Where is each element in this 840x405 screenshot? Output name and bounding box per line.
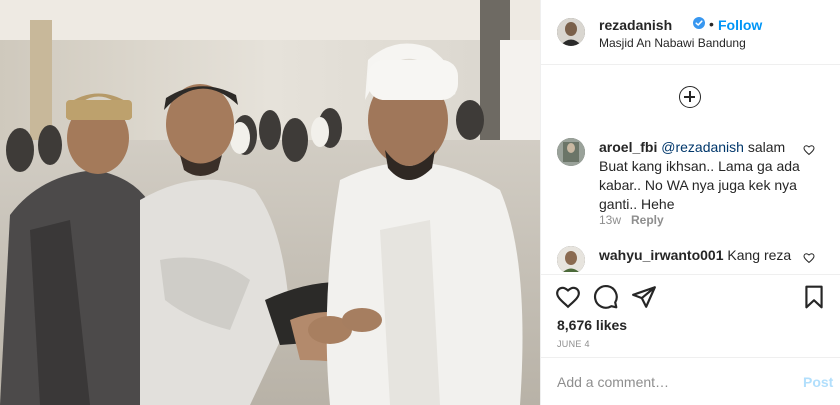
like-heart-icon[interactable] bbox=[555, 284, 581, 310]
comment-item: aroel_fbi @rezadanish salam Buat kang ik… bbox=[541, 138, 840, 233]
author-avatar[interactable] bbox=[557, 18, 585, 46]
post-photo[interactable] bbox=[0, 0, 540, 405]
verified-badge-icon bbox=[693, 17, 705, 29]
post-sidebar: rezadanish • Follow Masjid An Nabawi Ban… bbox=[540, 0, 840, 405]
post-date[interactable]: JUNE 4 bbox=[557, 339, 590, 349]
like-comment-heart-icon[interactable] bbox=[803, 252, 815, 264]
save-bookmark-icon[interactable] bbox=[801, 284, 827, 310]
header-separator: • bbox=[709, 16, 714, 32]
comment-item: wahyu_irwanto001 Kang reza bbox=[541, 246, 840, 272]
author-username[interactable]: rezadanish bbox=[599, 17, 672, 33]
likes-count[interactable]: 8,676 likes bbox=[557, 317, 627, 333]
comment-bubble-icon[interactable] bbox=[593, 284, 619, 310]
comment-age: 13w bbox=[599, 213, 622, 227]
comment-username[interactable]: wahyu_irwanto001 bbox=[599, 247, 724, 263]
share-paper-plane-icon[interactable] bbox=[631, 284, 657, 310]
comment-meta: 13w Reply bbox=[599, 213, 664, 227]
add-comment-bar: Post bbox=[541, 357, 840, 405]
post-photo-image bbox=[0, 0, 540, 405]
follow-button[interactable]: Follow bbox=[718, 17, 762, 33]
load-more-comments-icon[interactable] bbox=[679, 86, 701, 108]
comment-input[interactable] bbox=[557, 372, 787, 392]
commenter-avatar[interactable] bbox=[557, 246, 585, 272]
comment-text: wahyu_irwanto001 Kang reza bbox=[599, 246, 809, 265]
like-comment-heart-icon[interactable] bbox=[803, 144, 815, 156]
post-comment-button[interactable]: Post bbox=[803, 374, 833, 390]
reply-button[interactable]: Reply bbox=[631, 213, 664, 227]
instagram-post: rezadanish • Follow Masjid An Nabawi Ban… bbox=[0, 0, 840, 405]
post-location[interactable]: Masjid An Nabawi Bandung bbox=[599, 36, 746, 50]
comment-body: Kang reza bbox=[727, 247, 792, 263]
commenter-avatar[interactable] bbox=[557, 138, 585, 166]
comment-mention[interactable]: @rezadanish bbox=[661, 139, 744, 155]
comment-text: aroel_fbi @rezadanish salam Buat kang ik… bbox=[599, 138, 809, 214]
comment-username[interactable]: aroel_fbi bbox=[599, 139, 657, 155]
post-header: rezadanish • Follow Masjid An Nabawi Ban… bbox=[541, 0, 840, 65]
